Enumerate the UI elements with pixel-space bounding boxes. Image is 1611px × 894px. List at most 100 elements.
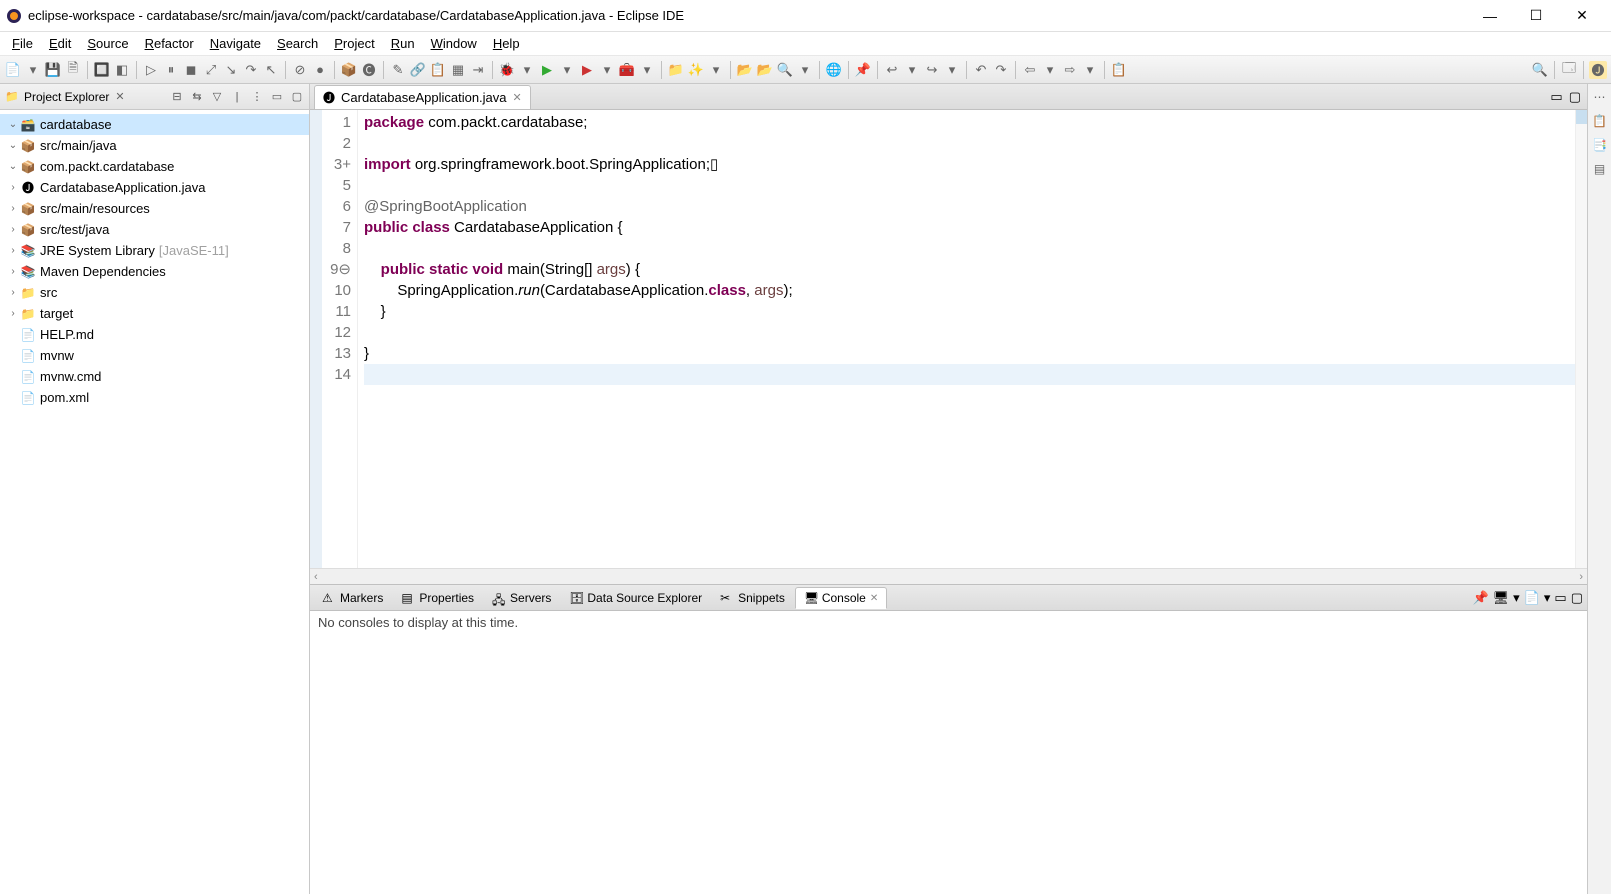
link-editor-icon[interactable]: ⇆ [189,89,205,105]
save-all-icon[interactable]: 🗎 [64,61,82,79]
ruler-icon[interactable]: ▦ [449,61,467,79]
prev-annotation-icon[interactable]: ↶ [972,61,990,79]
tree-node[interactable]: ⌄🗃️cardatabase [0,114,309,135]
twisty-icon[interactable]: › [6,182,20,193]
tree-node[interactable]: ›📦src/test/java [0,219,309,240]
toggle-icon[interactable]: ◧ [113,61,131,79]
twisty-icon[interactable]: › [6,245,20,256]
task-list-icon[interactable]: 📑 [1591,136,1609,154]
tree-node[interactable]: ›📁src [0,282,309,303]
bottom-tab-markers[interactable]: ⚠Markers [314,587,391,609]
filter-icon[interactable]: ▽ [209,89,225,105]
wand-icon[interactable]: ✎ [389,61,407,79]
open-type-icon[interactable]: 🔲 [93,61,111,79]
menu-refactor[interactable]: Refactor [137,34,202,53]
web-icon[interactable]: 🌐 [825,61,843,79]
menu-search[interactable]: Search [269,34,326,53]
collapse-all-icon[interactable]: ⊟ [169,89,185,105]
annotation-ruler[interactable] [310,110,322,568]
bottom-tab-console[interactable]: 🖥Console ✕ [795,587,887,609]
tree-node[interactable]: ›📚Maven Dependencies [0,261,309,282]
open-perspective-icon[interactable]: 🗔 [1560,61,1578,79]
bottom-tab-servers[interactable]: 🖧Servers [484,587,559,609]
twisty-icon[interactable]: ⌄ [6,140,20,151]
scroll-right-icon[interactable]: › [1579,571,1583,583]
maximize-bottom-icon[interactable]: ▢ [1571,590,1583,606]
nav-back-icon[interactable]: ↩ [883,61,901,79]
twisty-icon[interactable]: ⌄ [6,161,20,172]
tree-node[interactable]: 📄mvnw [0,345,309,366]
editor-tab-active[interactable]: 🅙 CardatabaseApplication.java ✕ [314,85,531,109]
tree-node[interactable]: ›📦src/main/resources [0,198,309,219]
bottom-tab-snippets[interactable]: ✂Snippets [712,587,793,609]
quick-access-icon[interactable]: 🔍 [1531,61,1549,79]
menu-run[interactable]: Run [383,34,423,53]
menu-edit[interactable]: Edit [41,34,79,53]
tree-node[interactable]: ⌄📦com.packt.cardatabase [0,156,309,177]
paste-icon[interactable]: 📋 [429,61,447,79]
open-folder-icon[interactable]: 📂 [756,61,774,79]
overview-ruler[interactable] [1575,110,1587,568]
open-task-icon[interactable]: 📂 [736,61,754,79]
display-console-icon[interactable]: 🖥 [1493,590,1510,606]
code-content[interactable]: package com.packt.cardatabase; import or… [358,110,1575,568]
twisty-icon[interactable]: › [6,287,20,298]
new-wizard-icon[interactable]: ✨ [687,61,705,79]
debug-dropdown-icon[interactable]: 🐞 [498,61,516,79]
focus-icon[interactable]: | [229,89,245,105]
maximize-editor-icon[interactable]: ▢ [1569,89,1581,105]
dropdown-icon[interactable]: ▾ [24,61,42,79]
minimap-icon[interactable]: ▤ [1591,160,1609,178]
tree-node[interactable]: 📄HELP.md [0,324,309,345]
bottom-tab-properties[interactable]: ▤Properties [393,587,482,609]
close-button[interactable]: ✕ [1559,0,1605,32]
new-icon[interactable]: 📄 [4,61,22,79]
next-annotation-icon[interactable]: ↷ [992,61,1010,79]
minimize-bottom-icon[interactable]: ▭ [1554,590,1566,606]
close-tab-icon[interactable]: ✕ [513,91,522,104]
breakpoint-icon[interactable]: ● [311,61,329,79]
menu-window[interactable]: Window [423,34,485,53]
search-icon[interactable]: 🔍 [776,61,794,79]
debug-resume-icon[interactable]: ▷ [142,61,160,79]
maximize-view-icon[interactable]: ▢ [289,89,305,105]
link-icon[interactable]: 🔗 [409,61,427,79]
tree-node[interactable]: ›📚JRE System Library[JavaSE-11] [0,240,309,261]
tree-node[interactable]: 📄mvnw.cmd [0,366,309,387]
new-class-icon[interactable]: 🅒 [360,61,378,79]
pin-console-icon[interactable]: 📌 [1472,590,1488,606]
scroll-left-icon[interactable]: ‹ [314,571,318,583]
debug-disconnect-icon[interactable]: ⤢ [202,61,220,79]
save-icon[interactable]: 💾 [44,61,62,79]
twisty-icon[interactable]: › [6,203,20,214]
trim-restore-icon[interactable]: ⋯ [1591,88,1609,106]
code-editor[interactable]: 123+56789⊖1011121314 package com.packt.c… [310,110,1587,568]
back-icon[interactable]: ⇦ [1021,61,1039,79]
view-menu-icon[interactable]: ⋮ [249,89,265,105]
maximize-button[interactable]: ☐ [1513,0,1559,32]
minimize-editor-icon[interactable]: ▭ [1550,89,1562,105]
project-tree[interactable]: ⌄🗃️cardatabase⌄📦src/main/java⌄📦com.packt… [0,110,309,894]
java-perspective-icon[interactable]: 🅙 [1589,61,1607,79]
menu-file[interactable]: File [4,34,41,53]
debug-stop-icon[interactable]: ◼ [182,61,200,79]
tree-node[interactable]: ›📁target [0,303,309,324]
debug-suspend-icon[interactable]: ⏸ [162,61,180,79]
coverage-dropdown-icon[interactable]: ▶ [578,61,596,79]
twisty-icon[interactable]: ⌄ [6,119,20,130]
forward-icon[interactable]: ⇨ [1061,61,1079,79]
twisty-icon[interactable]: › [6,266,20,277]
pin-icon[interactable]: 📌 [854,61,872,79]
menu-navigate[interactable]: Navigate [202,34,269,53]
editor-horizontal-scrollbar[interactable]: ‹ › [310,568,1587,584]
step-return-icon[interactable]: ↖ [262,61,280,79]
step-over-icon[interactable]: ↷ [242,61,260,79]
new-package-icon[interactable]: 📦 [340,61,358,79]
menu-source[interactable]: Source [79,34,136,53]
run-dropdown-icon[interactable]: ▶ [538,61,556,79]
minimize-button[interactable]: — [1467,0,1513,32]
tree-node[interactable]: ⌄📦src/main/java [0,135,309,156]
outline-icon[interactable]: 📋 [1591,112,1609,130]
step-into-icon[interactable]: ↘ [222,61,240,79]
close-view-icon[interactable]: ✕ [115,90,124,103]
